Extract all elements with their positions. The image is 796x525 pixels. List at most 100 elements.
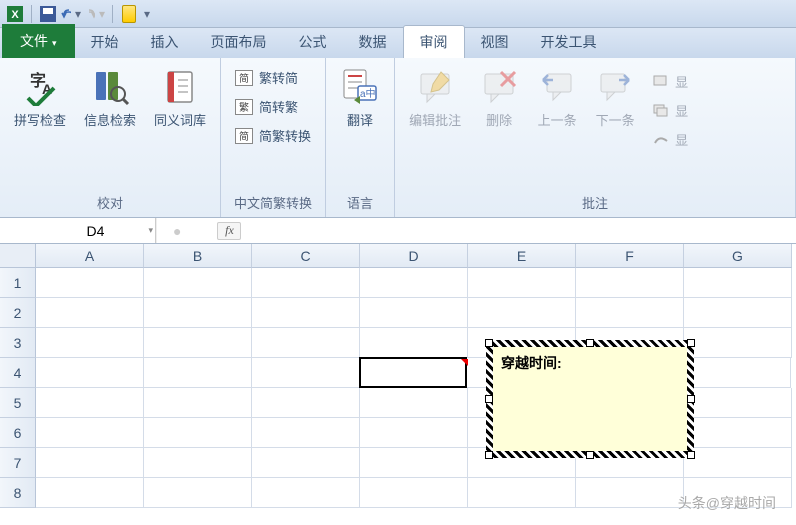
trad-to-simp-button[interactable]: 简 繁转简: [231, 66, 315, 89]
next-comment-icon: [595, 66, 635, 106]
save-icon[interactable]: [39, 5, 57, 23]
comment-box[interactable]: 穿越时间:: [490, 344, 690, 454]
active-cell-d4[interactable]: [359, 357, 467, 388]
tab-formulas[interactable]: 公式: [283, 26, 343, 58]
translate-button[interactable]: a中 翻译: [334, 62, 386, 133]
trad-to-simp-icon: 简: [235, 70, 253, 86]
group-proofing: 字A 拼写检查 信息检索 同义词库 校对: [0, 58, 221, 217]
formula-input[interactable]: [251, 218, 796, 243]
row-header-1[interactable]: 1: [0, 268, 36, 298]
show-all-comments-button[interactable]: 显: [649, 99, 692, 122]
tab-insert[interactable]: 插入: [135, 26, 195, 58]
separator: [112, 5, 113, 23]
col-header-b[interactable]: B: [144, 244, 252, 268]
show-ink-button[interactable]: 显: [649, 128, 692, 151]
name-box[interactable]: D4 ▾: [36, 218, 156, 243]
formula-bar: D4 ▾ ● fx: [0, 218, 796, 244]
select-all-corner[interactable]: [0, 244, 36, 268]
redo-button[interactable]: [85, 6, 95, 22]
next-comment-button[interactable]: 下一条: [589, 62, 641, 133]
fx-button[interactable]: fx: [217, 222, 241, 240]
spellcheck-label: 拼写检查: [14, 110, 66, 129]
group-proofing-label: 校对: [8, 190, 212, 215]
col-header-f[interactable]: F: [576, 244, 684, 268]
show2-label: 显: [675, 101, 688, 120]
prev-comment-icon: [537, 66, 577, 106]
delete-comment-button[interactable]: 删除: [473, 62, 525, 133]
row-header-5[interactable]: 5: [0, 388, 36, 418]
row-header-8[interactable]: 8: [0, 478, 36, 508]
research-button[interactable]: 信息检索: [78, 62, 142, 133]
simp-to-trad-button[interactable]: 繁 简转繁: [231, 95, 315, 118]
group-chinese-label: 中文简繁转换: [229, 190, 317, 215]
translate-icon: a中: [340, 66, 380, 106]
comment-indicator-icon: [461, 359, 468, 366]
col-header-d[interactable]: D: [360, 244, 468, 268]
undo-dropdown-icon[interactable]: ▾: [73, 6, 83, 22]
column-headers: A B C D E F G: [36, 244, 796, 268]
prev-comment-button[interactable]: 上一条: [531, 62, 583, 133]
resize-handle[interactable]: [687, 451, 695, 459]
simp-to-trad-label: 简转繁: [259, 97, 298, 116]
row-header-3[interactable]: 3: [0, 328, 36, 358]
col-header-a[interactable]: A: [36, 244, 144, 268]
research-label: 信息检索: [84, 110, 136, 129]
qat-customize-dropdown-icon[interactable]: ▾: [142, 6, 152, 22]
tab-data[interactable]: 数据: [343, 26, 403, 58]
col-header-c[interactable]: C: [252, 244, 360, 268]
tab-view[interactable]: 视图: [465, 26, 525, 58]
group-language-label: 语言: [334, 190, 386, 215]
col-header-e[interactable]: E: [468, 244, 576, 268]
tab-developer[interactable]: 开发工具: [525, 26, 613, 58]
prev-comment-label: 上一条: [538, 110, 577, 129]
resize-handle[interactable]: [586, 339, 594, 347]
worksheet: A B C D E F G 1 2 3 4 5 6 7 8: [0, 244, 796, 508]
ribbon: 字A 拼写检查 信息检索 同义词库 校对 简: [0, 58, 796, 218]
name-box-dropdown-icon[interactable]: ▾: [148, 225, 153, 236]
svg-text:X: X: [11, 9, 19, 21]
edit-comment-button[interactable]: 编辑批注: [403, 62, 467, 133]
simp-to-trad-icon: 繁: [235, 99, 253, 115]
excel-app-icon: X: [6, 5, 24, 23]
tab-file[interactable]: 文件: [2, 24, 75, 58]
show3-label: 显: [675, 130, 688, 149]
undo-button[interactable]: [61, 6, 71, 22]
thesaurus-label: 同义词库: [154, 110, 206, 129]
resize-handle[interactable]: [485, 451, 493, 459]
cancel-icon: ●: [167, 223, 187, 239]
row-headers: 1 2 3 4 5 6 7 8: [0, 268, 36, 508]
show-hide-comment-button[interactable]: 显: [649, 70, 692, 93]
trad-to-simp-label: 繁转简: [259, 68, 298, 87]
thesaurus-button[interactable]: 同义词库: [148, 62, 212, 133]
row-header-7[interactable]: 7: [0, 448, 36, 478]
separator: [31, 5, 32, 23]
comments-small-icon: [653, 104, 669, 118]
resize-handle[interactable]: [485, 395, 493, 403]
row-header-6[interactable]: 6: [0, 418, 36, 448]
tab-page-layout[interactable]: 页面布局: [195, 26, 283, 58]
resize-handle[interactable]: [485, 339, 493, 347]
convert-button[interactable]: 简 简繁转换: [231, 124, 315, 147]
spellcheck-button[interactable]: 字A 拼写检查: [8, 62, 72, 133]
col-header-g[interactable]: G: [684, 244, 792, 268]
resize-handle[interactable]: [586, 451, 594, 459]
ink-small-icon: [653, 133, 669, 147]
comment-author: 穿越时间:: [501, 355, 562, 371]
resize-handle[interactable]: [687, 395, 695, 403]
thesaurus-icon: [160, 66, 200, 106]
delete-comment-label: 删除: [486, 110, 512, 129]
resize-handle[interactable]: [687, 339, 695, 347]
row-header-2[interactable]: 2: [0, 298, 36, 328]
ribbon-tabs: 文件 开始 插入 页面布局 公式 数据 审阅 视图 开发工具: [0, 28, 796, 58]
tab-review[interactable]: 审阅: [403, 25, 465, 58]
quick-access-toolbar: X ▾ ▾ ▾: [0, 0, 796, 28]
row-header-4[interactable]: 4: [0, 358, 36, 388]
redo-dropdown-icon[interactable]: ▾: [97, 6, 107, 22]
name-box-value: D4: [40, 223, 151, 239]
edit-comment-icon: [415, 66, 455, 106]
customize-icon[interactable]: [120, 5, 138, 23]
svg-text:a中: a中: [360, 87, 376, 100]
group-comments-label: 批注: [403, 190, 787, 215]
tab-home[interactable]: 开始: [75, 26, 135, 58]
next-comment-label: 下一条: [596, 110, 635, 129]
